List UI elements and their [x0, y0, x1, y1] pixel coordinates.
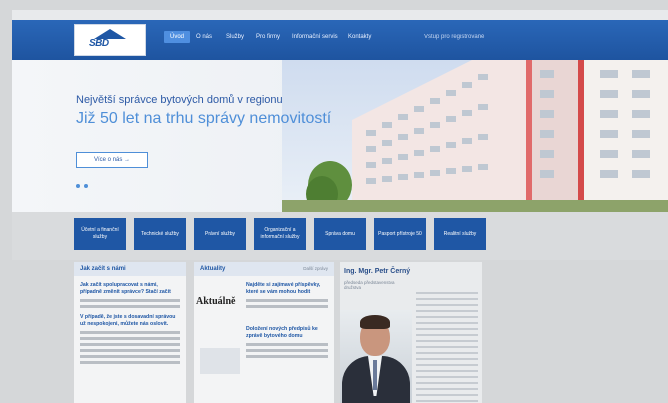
news-header: Aktuality Další zprávy [194, 262, 334, 276]
more-news-link[interactable]: Další zprávy [303, 266, 328, 271]
how-to-start-text: V případě, že jste s dosavadní správou u… [80, 314, 176, 328]
nav-item-companies[interactable]: Pro firmy [256, 34, 280, 40]
news-title: Aktuality [200, 266, 226, 272]
more-about-us-button[interactable]: Více o nás → [76, 152, 148, 168]
nav-item-contacts[interactable]: Kontakty [348, 34, 371, 40]
news-item-1[interactable]: Najděte si zajímavé příspěvky, které se … [240, 282, 334, 296]
browser-topbar [12, 10, 668, 20]
main-navigation: SBD Úvod O nás Služby Pro firmy Informač… [12, 20, 668, 60]
nav-item-about[interactable]: O nás [196, 34, 212, 40]
nav-item-info[interactable]: Informační servis [292, 34, 338, 40]
person-role: předseda představenstva družstva [344, 280, 395, 291]
hero-subtitle: Největší správce bytových domů v regionu [76, 94, 283, 106]
news-column: Aktuality Další zprávy Aktuálně Najděte … [194, 262, 334, 403]
tile-accounting[interactable]: Účetní a finanční služby [74, 218, 126, 250]
hero-title: Již 50 let na trhu správy nemovitostí [76, 110, 332, 127]
chairman-bio [416, 288, 478, 402]
service-tiles: Účetní a finanční služby Technické služb… [12, 212, 668, 260]
tile-real-estate[interactable]: Realitní služby [434, 218, 486, 250]
hero-banner: Největší správce bytových domů v regionu… [12, 60, 668, 212]
tile-house-management[interactable]: Správa domu [314, 218, 366, 250]
news-item-2[interactable]: Doložení nových předpisů ke zprávě bytov… [240, 326, 334, 340]
news-thumbnail [200, 348, 240, 374]
news-logo: Aktuálně [196, 296, 236, 307]
login-link[interactable]: Vstup pro registrované [424, 34, 484, 40]
tile-technical[interactable]: Technické služby [134, 218, 186, 250]
how-to-start-column: Jak začít s námi Jak začít spolupracovat… [74, 262, 186, 403]
carousel-dot[interactable] [84, 184, 88, 188]
tile-legal[interactable]: Právní služby [194, 218, 246, 250]
how-to-start-link[interactable]: Jak začít spolupracovat s námi, případně… [74, 282, 186, 296]
company-logo[interactable]: SBD [74, 24, 146, 56]
chairman-photo [340, 310, 412, 403]
person-name: Ing. Mgr. Petr Černý [344, 268, 411, 275]
carousel-dot[interactable] [76, 184, 80, 188]
nav-item-home[interactable]: Úvod [164, 31, 191, 43]
page: SBD Úvod O nás Služby Pro firmy Informač… [0, 0, 668, 403]
tile-passport[interactable]: Pasport přístroje 50 [374, 218, 426, 250]
house-logo-icon: SBD [89, 29, 127, 51]
nav-item-services[interactable]: Služby [226, 34, 244, 40]
carousel-dots [76, 184, 88, 188]
tile-organization[interactable]: Organizační a informační služby [254, 218, 306, 250]
chairman-panel: Ing. Mgr. Petr Černý předseda představen… [340, 262, 482, 403]
apartment-building-image [282, 60, 668, 212]
how-to-start-title: Jak začít s námi [74, 262, 186, 276]
logo-text: SBD [89, 38, 109, 49]
